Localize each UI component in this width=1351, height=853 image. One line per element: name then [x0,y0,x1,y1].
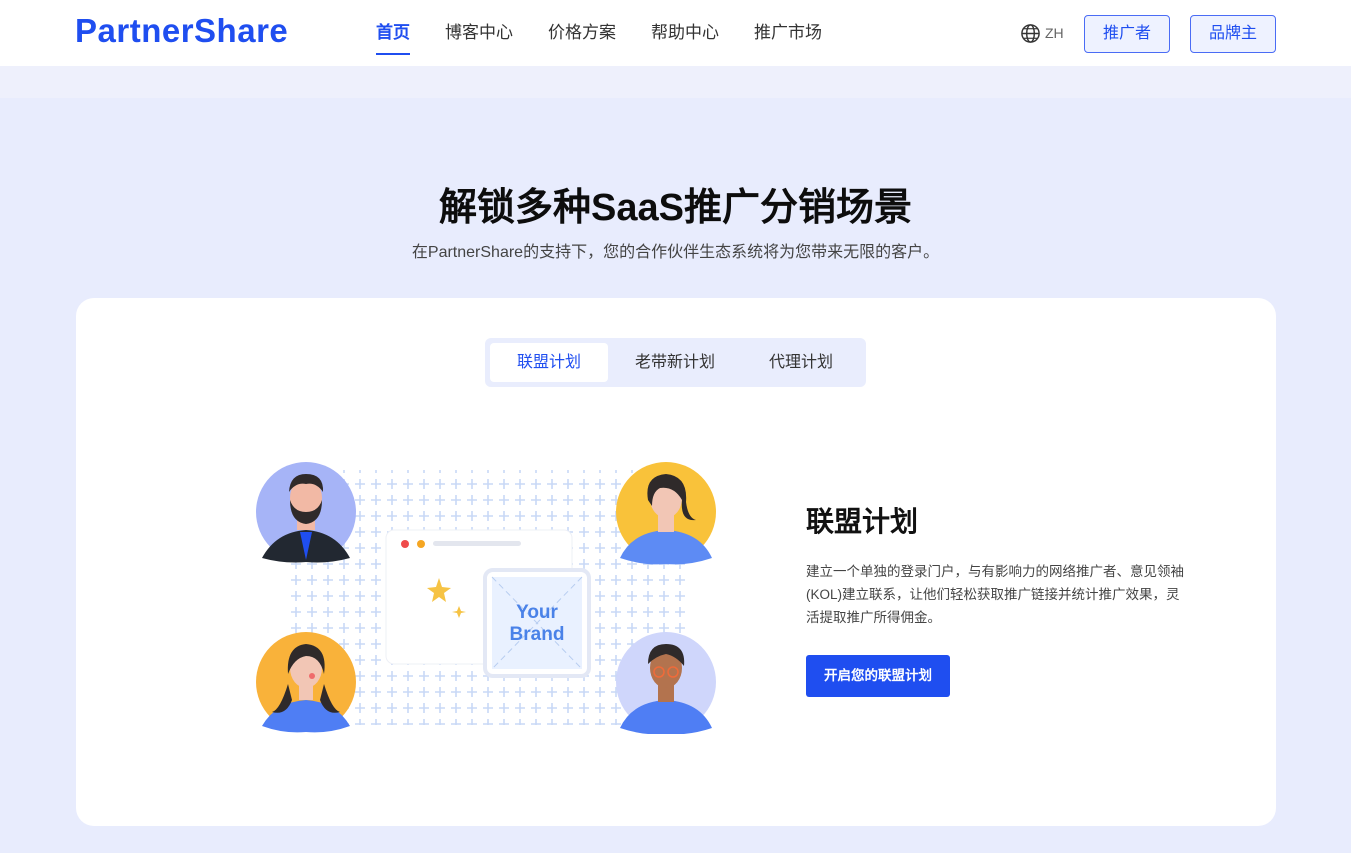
globe-icon [1020,23,1041,44]
hero-title: 解锁多种SaaS推广分销场景 [439,187,912,229]
brand-line-1: Your [516,602,558,623]
feature-title: 联盟计划 [806,506,919,537]
promoter-button[interactable]: 推广者 [1084,15,1170,53]
tab-affiliate-program[interactable]: 联盟计划 [490,343,608,382]
top-header: PartnerShare 首页 博客中心 价格方案 帮助中心 推广市场 ZH 推… [0,0,1351,66]
brand-owner-button[interactable]: 品牌主 [1190,15,1276,53]
hero-subtitle: 在PartnerShare的支持下，您的合作伙伴生态系统将为您带来无限的客户。 [411,244,940,261]
partnershare-logo[interactable]: PartnerShare [75,12,288,50]
scenario-card: 联盟计划 老带新计划 代理计划 Your Brand 联盟计划 建立一个单独的登… [76,298,1276,826]
nav-item-home[interactable]: 首页 [376,0,410,66]
nav-item-market[interactable]: 推广市场 [754,0,822,66]
main-nav: 首页 博客中心 价格方案 帮助中心 推广市场 [376,0,857,66]
tab-agent-program[interactable]: 代理计划 [742,343,860,382]
nav-item-blog[interactable]: 博客中心 [445,0,513,66]
nav-item-pricing[interactable]: 价格方案 [548,0,616,66]
affiliate-illustration [256,462,716,734]
brand-line-2: Brand [509,624,565,645]
start-affiliate-button[interactable]: 开启您的联盟计划 [806,655,950,697]
brand-placeholder-text: Your Brand [485,602,589,646]
tab-referral-program[interactable]: 老带新计划 [608,343,742,382]
language-switcher[interactable]: ZH [1020,22,1064,44]
language-label: ZH [1045,25,1064,41]
feature-description: 建立一个单独的登录门户，与有影响力的网络推广者、意见领袖(KOL)建立联系，让他… [806,564,1184,625]
scenario-tabs: 联盟计划 老带新计划 代理计划 [485,338,866,387]
header-band [0,66,1351,98]
nav-item-help[interactable]: 帮助中心 [651,0,719,66]
